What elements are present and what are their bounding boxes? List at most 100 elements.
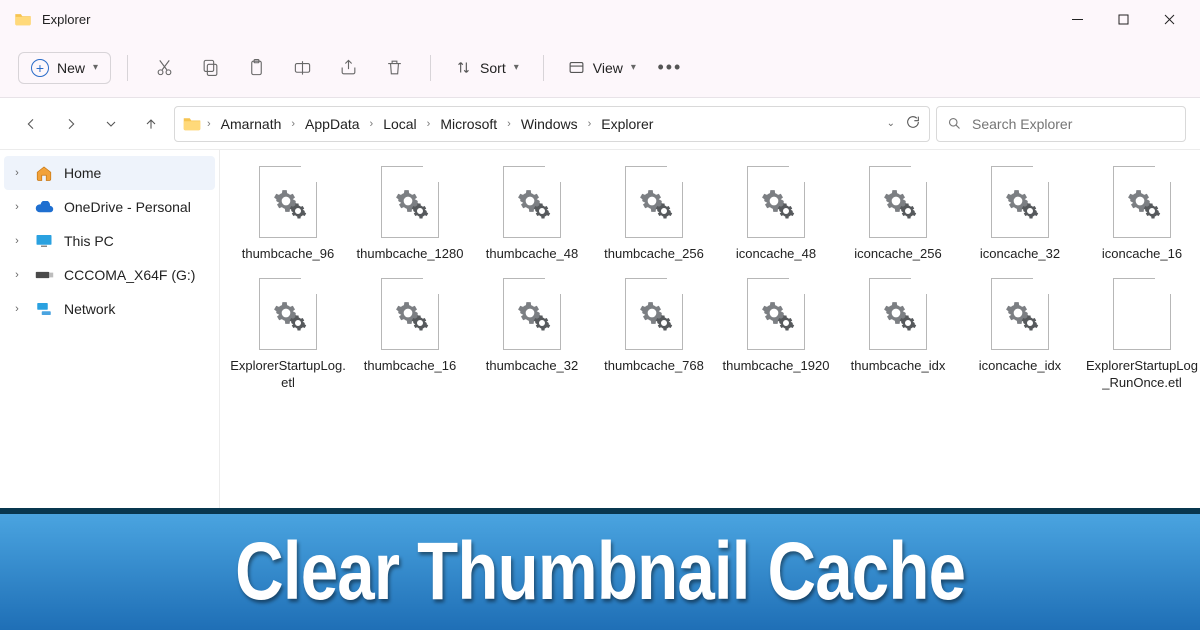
view-button[interactable]: View ▾ <box>560 53 644 82</box>
file-name: iconcache_32 <box>962 246 1078 262</box>
file-thumbnail <box>744 164 808 240</box>
toolbar: + New ▾ Sort ▾ View ▾ ••• <box>0 38 1200 98</box>
sidebar: › Home › OneDrive - Personal › This PC ›… <box>0 150 220 508</box>
cut-button[interactable] <box>144 48 184 88</box>
chevron-down-icon: ▾ <box>514 62 519 73</box>
gear-icon <box>883 188 909 219</box>
file-thumbnail <box>866 276 930 352</box>
home-icon <box>34 163 54 183</box>
file-thumbnail <box>500 164 564 240</box>
breadcrumb[interactable]: Amarnath <box>217 113 286 135</box>
sort-button[interactable]: Sort ▾ <box>447 53 527 82</box>
separator <box>127 55 128 81</box>
chevron-right-icon: › <box>205 118 213 130</box>
rename-button[interactable] <box>282 48 322 88</box>
sidebar-item-label: This PC <box>64 233 114 249</box>
file-item[interactable]: thumbcache_96 <box>230 164 346 262</box>
file-name: ExplorerStartupLog.etl <box>230 358 346 391</box>
chevron-right-icon: › <box>368 118 376 130</box>
file-item[interactable]: thumbcache_1920 <box>718 276 834 391</box>
file-item[interactable]: iconcache_256 <box>840 164 956 262</box>
plus-icon: + <box>31 59 49 77</box>
file-name: thumbcache_96 <box>230 246 346 262</box>
gear-icon <box>395 188 421 219</box>
gear-icon <box>1127 188 1153 219</box>
paste-button[interactable] <box>236 48 276 88</box>
file-thumbnail <box>622 276 686 352</box>
file-item[interactable]: thumbcache_256 <box>596 164 712 262</box>
sidebar-item-thispc[interactable]: › This PC <box>0 224 219 258</box>
copy-button[interactable] <box>190 48 230 88</box>
file-name: thumbcache_32 <box>474 358 590 374</box>
sidebar-item-onedrive[interactable]: › OneDrive - Personal <box>0 190 219 224</box>
file-item[interactable]: iconcache_idx <box>962 276 1078 391</box>
sidebar-item-home[interactable]: › Home <box>4 156 215 190</box>
file-item[interactable]: ExplorerStartupLog_RunOnce.etl <box>1084 276 1200 391</box>
breadcrumb[interactable]: Explorer <box>597 113 657 135</box>
file-item[interactable]: thumbcache_16 <box>352 276 468 391</box>
breadcrumb[interactable]: Microsoft <box>436 113 501 135</box>
file-name: ExplorerStartupLog_RunOnce.etl <box>1084 358 1200 391</box>
recent-button[interactable] <box>94 107 128 141</box>
breadcrumb[interactable]: Local <box>379 113 420 135</box>
gear-icon <box>273 188 299 219</box>
file-item[interactable]: thumbcache_768 <box>596 276 712 391</box>
gear-icon <box>395 300 421 331</box>
chevron-right-icon: › <box>10 269 24 281</box>
folder-icon <box>14 12 32 26</box>
file-name: iconcache_256 <box>840 246 956 262</box>
search-box[interactable] <box>936 106 1186 142</box>
body: › Home › OneDrive - Personal › This PC ›… <box>0 150 1200 508</box>
maximize-button[interactable] <box>1100 0 1146 38</box>
chevron-right-icon: › <box>10 201 24 213</box>
file-thumbnail <box>1110 276 1174 352</box>
file-thumbnail <box>744 276 808 352</box>
sidebar-item-drive[interactable]: › CCCOMA_X64F (G:) <box>0 258 219 292</box>
explorer-window: Explorer + New ▾ Sort ▾ View ▾ ••• <box>0 0 1200 630</box>
minimize-button[interactable] <box>1054 0 1100 38</box>
file-thumbnail <box>1110 164 1174 240</box>
file-thumbnail <box>256 164 320 240</box>
share-button[interactable] <box>328 48 368 88</box>
file-item[interactable]: thumbcache_idx <box>840 276 956 391</box>
chevron-right-icon: › <box>10 167 24 179</box>
address-bar[interactable]: › Amarnath › AppData › Local › Microsoft… <box>174 106 930 142</box>
file-item[interactable]: iconcache_16 <box>1084 164 1200 262</box>
file-thumbnail <box>500 276 564 352</box>
gear-icon <box>761 300 787 331</box>
file-item[interactable]: ExplorerStartupLog.etl <box>230 276 346 391</box>
file-item[interactable]: thumbcache_1280 <box>352 164 468 262</box>
usb-drive-icon <box>34 265 54 285</box>
file-item[interactable]: iconcache_32 <box>962 164 1078 262</box>
search-input[interactable] <box>972 116 1175 132</box>
close-button[interactable] <box>1146 0 1192 38</box>
sidebar-item-network[interactable]: › Network <box>0 292 219 326</box>
gear-icon <box>1005 188 1031 219</box>
breadcrumb[interactable]: AppData <box>301 113 363 135</box>
sidebar-item-label: Network <box>64 301 115 317</box>
file-thumbnail <box>378 164 442 240</box>
delete-button[interactable] <box>374 48 414 88</box>
address-dropdown[interactable]: ⌄ <box>881 118 901 129</box>
forward-button[interactable] <box>54 107 88 141</box>
breadcrumb[interactable]: Windows <box>517 113 582 135</box>
chevron-down-icon: ▾ <box>93 62 98 73</box>
up-button[interactable] <box>134 107 168 141</box>
file-item[interactable]: iconcache_48 <box>718 164 834 262</box>
sidebar-item-label: CCCOMA_X64F (G:) <box>64 267 195 283</box>
file-pane: thumbcache_96 thumbcache_1280 thumbcache… <box>220 150 1200 508</box>
back-button[interactable] <box>14 107 48 141</box>
file-item[interactable]: thumbcache_48 <box>474 164 590 262</box>
monitor-icon <box>34 231 54 251</box>
new-button[interactable]: + New ▾ <box>18 52 111 84</box>
banner-text: Clear Thumbnail Cache <box>235 525 965 619</box>
more-button[interactable]: ••• <box>650 48 690 88</box>
sidebar-item-label: OneDrive - Personal <box>64 199 191 215</box>
file-thumbnail <box>378 276 442 352</box>
refresh-button[interactable] <box>905 114 921 133</box>
file-thumbnail <box>622 164 686 240</box>
separator <box>430 55 431 81</box>
file-thumbnail <box>256 276 320 352</box>
file-name: thumbcache_48 <box>474 246 590 262</box>
file-item[interactable]: thumbcache_32 <box>474 276 590 391</box>
